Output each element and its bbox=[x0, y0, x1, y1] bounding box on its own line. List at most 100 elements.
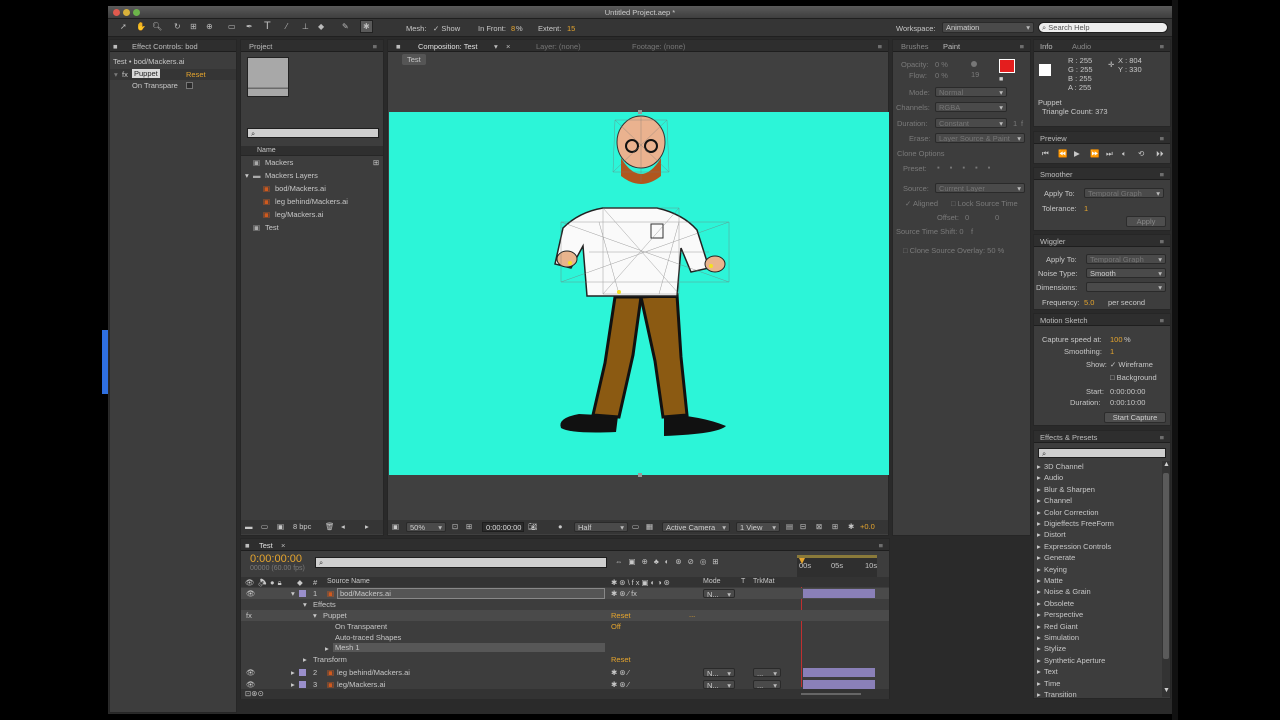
effects-category-item[interactable]: ▸ Channel bbox=[1034, 495, 1162, 506]
expand-layer-icon[interactable]: ▸ bbox=[291, 680, 295, 689]
transform-row[interactable]: ▸ Transform Reset bbox=[241, 654, 889, 665]
rectangle-tool-icon[interactable]: ▭ bbox=[228, 22, 236, 31]
paint-tab[interactable]: Paint bbox=[943, 42, 960, 51]
wiggler-tab[interactable]: Wiggler bbox=[1040, 237, 1065, 246]
expand-category-icon[interactable]: ▸ bbox=[1037, 553, 1041, 562]
project-item[interactable]: ▣ Mackers ⊞ bbox=[241, 157, 383, 169]
effects-category-item[interactable]: ▸ Blur & Sharpen bbox=[1034, 484, 1162, 495]
project-item[interactable]: ▣ Test bbox=[241, 222, 383, 234]
project-item[interactable]: ▣ leg behind/Mackers.ai bbox=[241, 196, 383, 208]
always-preview-icon[interactable]: ▣ bbox=[392, 522, 399, 531]
comp-name-flowchart-tab[interactable]: Test bbox=[402, 54, 426, 65]
pan-behind-tool-icon[interactable]: ⊕ bbox=[206, 22, 213, 31]
selection-tool-icon[interactable]: ➚ bbox=[120, 22, 127, 31]
expand-category-icon[interactable]: ▸ bbox=[1037, 690, 1041, 699]
effects-category-item[interactable]: ▸ Perspective bbox=[1034, 609, 1162, 620]
expand-category-icon[interactable]: ▸ bbox=[1037, 656, 1041, 665]
roto-brush-tool-icon[interactable]: ✎ bbox=[342, 22, 349, 31]
effects-category-item[interactable]: ▸ Generate bbox=[1034, 552, 1162, 563]
panel-menu-icon[interactable]: ≡ bbox=[879, 541, 883, 550]
offset-y[interactable]: 0 bbox=[995, 213, 999, 222]
start-capture-button[interactable]: Start Capture bbox=[1104, 412, 1166, 423]
puppet-reset-link[interactable]: Reset bbox=[611, 611, 631, 620]
interpret-footage-icon[interactable]: ▬ bbox=[245, 522, 253, 531]
mode-select[interactable]: Normal bbox=[935, 87, 1007, 97]
new-comp-icon[interactable]: ▣ bbox=[277, 522, 284, 531]
trash-icon[interactable]: 🗑︎ bbox=[325, 522, 335, 531]
expand-category-icon[interactable]: ▸ bbox=[1037, 610, 1041, 619]
layer-mode-select[interactable]: N... bbox=[703, 589, 735, 598]
project-item[interactable]: ▣ bod/Mackers.ai bbox=[241, 183, 383, 195]
scroll-down-icon[interactable]: ▼ bbox=[1163, 687, 1170, 694]
background-checkbox[interactable]: □ Background bbox=[1110, 373, 1157, 382]
effects-category-item[interactable]: ▸ Text bbox=[1034, 666, 1162, 677]
timeline-switch-icons[interactable]: ⇔▣⊕♣◐⊛⊘◎⊞ bbox=[615, 557, 725, 566]
panel-menu-icon[interactable]: ≡ bbox=[1160, 134, 1164, 143]
scroll-left-icon[interactable]: ◂ bbox=[341, 522, 345, 531]
layer-fx-switch[interactable]: fx bbox=[631, 589, 637, 598]
layer-duration-bar[interactable] bbox=[803, 680, 875, 689]
expand-category-icon[interactable]: ▸ bbox=[1037, 519, 1041, 528]
layer-row[interactable]: 👁︎ ▾ 1 ▣ bod/Mackers.ai ✱ ⊛ ⁄ fx N... bbox=[241, 588, 889, 599]
expand-category-icon[interactable]: ▸ bbox=[1037, 542, 1041, 551]
rotate-tool-icon[interactable]: ↻ bbox=[174, 22, 181, 31]
last-frame-icon[interactable]: ⏭ bbox=[1106, 149, 1113, 159]
bpc-button[interactable]: 8 bpc bbox=[293, 522, 311, 531]
search-help-input[interactable]: ⌕ Search Help bbox=[1038, 22, 1168, 33]
eraser-tool-icon[interactable]: ◆ bbox=[318, 22, 324, 31]
scroll-thumb[interactable] bbox=[1163, 473, 1169, 659]
opacity-value[interactable]: 0 % bbox=[935, 60, 948, 69]
flowchart-icon[interactable]: ⊞ bbox=[832, 522, 838, 531]
ram-preview-icon[interactable]: ⏵⏵ bbox=[1156, 149, 1164, 159]
fast-previews-icon[interactable]: ⊟ bbox=[800, 522, 806, 531]
smoother-tab[interactable]: Smoother bbox=[1040, 170, 1073, 179]
smoothing-value[interactable]: 1 bbox=[1110, 347, 1114, 356]
expand-category-icon[interactable]: ▸ bbox=[1037, 599, 1041, 608]
expand-category-icon[interactable]: ▸ bbox=[1037, 679, 1041, 688]
toggle-pixel-aspect-icon[interactable]: ▤ bbox=[786, 522, 793, 531]
effects-category-item[interactable]: ▸ Obsolete bbox=[1034, 598, 1162, 609]
new-folder-icon[interactable]: ▭ bbox=[261, 522, 268, 531]
preview-tab[interactable]: Preview bbox=[1040, 134, 1067, 143]
capture-speed-value[interactable]: 100 bbox=[1110, 335, 1123, 344]
effects-category-item[interactable]: ▸ 3D Channel bbox=[1034, 461, 1162, 472]
noise-type-select[interactable]: Smooth bbox=[1086, 268, 1166, 278]
clone-overlay-checkbox[interactable]: □ Clone Source Overlay: 50 % bbox=[903, 246, 1004, 255]
project-item[interactable]: ▣ leg/Mackers.ai bbox=[241, 209, 383, 221]
comp-canvas[interactable] bbox=[389, 112, 889, 475]
first-frame-icon[interactable]: ⏮ bbox=[1042, 149, 1049, 159]
view-layout-select[interactable]: 1 View bbox=[736, 522, 780, 532]
expand-category-icon[interactable]: ▸ bbox=[1037, 576, 1041, 585]
puppet-pin[interactable] bbox=[617, 290, 621, 294]
project-item[interactable]: ▾ ▬ Mackers Layers bbox=[241, 170, 383, 182]
expand-category-icon[interactable]: ▸ bbox=[1037, 485, 1041, 494]
layer-duration-bar[interactable] bbox=[803, 589, 875, 598]
visibility-eye-icon[interactable]: 👁︎ bbox=[246, 680, 256, 689]
exposure-value[interactable]: +0.0 bbox=[860, 522, 875, 531]
layer-label-color[interactable] bbox=[299, 590, 306, 597]
duration-select[interactable]: Constant bbox=[935, 118, 1007, 128]
source-select[interactable]: Current Layer bbox=[935, 183, 1025, 193]
safe-margins-icon[interactable]: ⊡ bbox=[452, 522, 458, 531]
loop-icon[interactable]: ⟲ bbox=[1138, 149, 1144, 158]
work-area-bar[interactable] bbox=[797, 555, 877, 558]
pen-tool-icon[interactable]: ✒ bbox=[246, 22, 253, 31]
lock-source-checkbox[interactable]: □ Lock Source Time bbox=[951, 199, 1018, 208]
layer-name[interactable]: leg behind/Mackers.ai bbox=[337, 668, 410, 677]
expand-category-icon[interactable]: ▸ bbox=[1037, 530, 1041, 539]
scroll-up-icon[interactable]: ▲ bbox=[1163, 461, 1170, 468]
timeline-tab[interactable]: Test bbox=[259, 541, 273, 550]
duration-value[interactable]: 0:00:10:00 bbox=[1110, 398, 1145, 407]
panel-menu-icon[interactable]: ≡ bbox=[878, 42, 882, 51]
extent-value[interactable]: 15 bbox=[567, 24, 575, 33]
puppet-pin-tool-icon[interactable]: ✱ bbox=[360, 20, 373, 33]
expand-category-icon[interactable]: ▸ bbox=[1037, 565, 1041, 574]
layer-switches[interactable]: ✱ ⊛ ⁄ bbox=[611, 680, 629, 689]
play-icon[interactable]: ▶ bbox=[1074, 149, 1080, 158]
timeline-timecode[interactable]: 0:00:00:00 bbox=[250, 553, 302, 565]
in-front-value[interactable]: 8 bbox=[511, 24, 515, 33]
effects-category-item[interactable]: ▸ Simulation bbox=[1034, 632, 1162, 643]
brushes-tab[interactable]: Brushes bbox=[901, 42, 929, 51]
start-value[interactable]: 0:00:00:00 bbox=[1110, 387, 1145, 396]
hand-tool-icon[interactable]: ✋ bbox=[136, 22, 146, 31]
